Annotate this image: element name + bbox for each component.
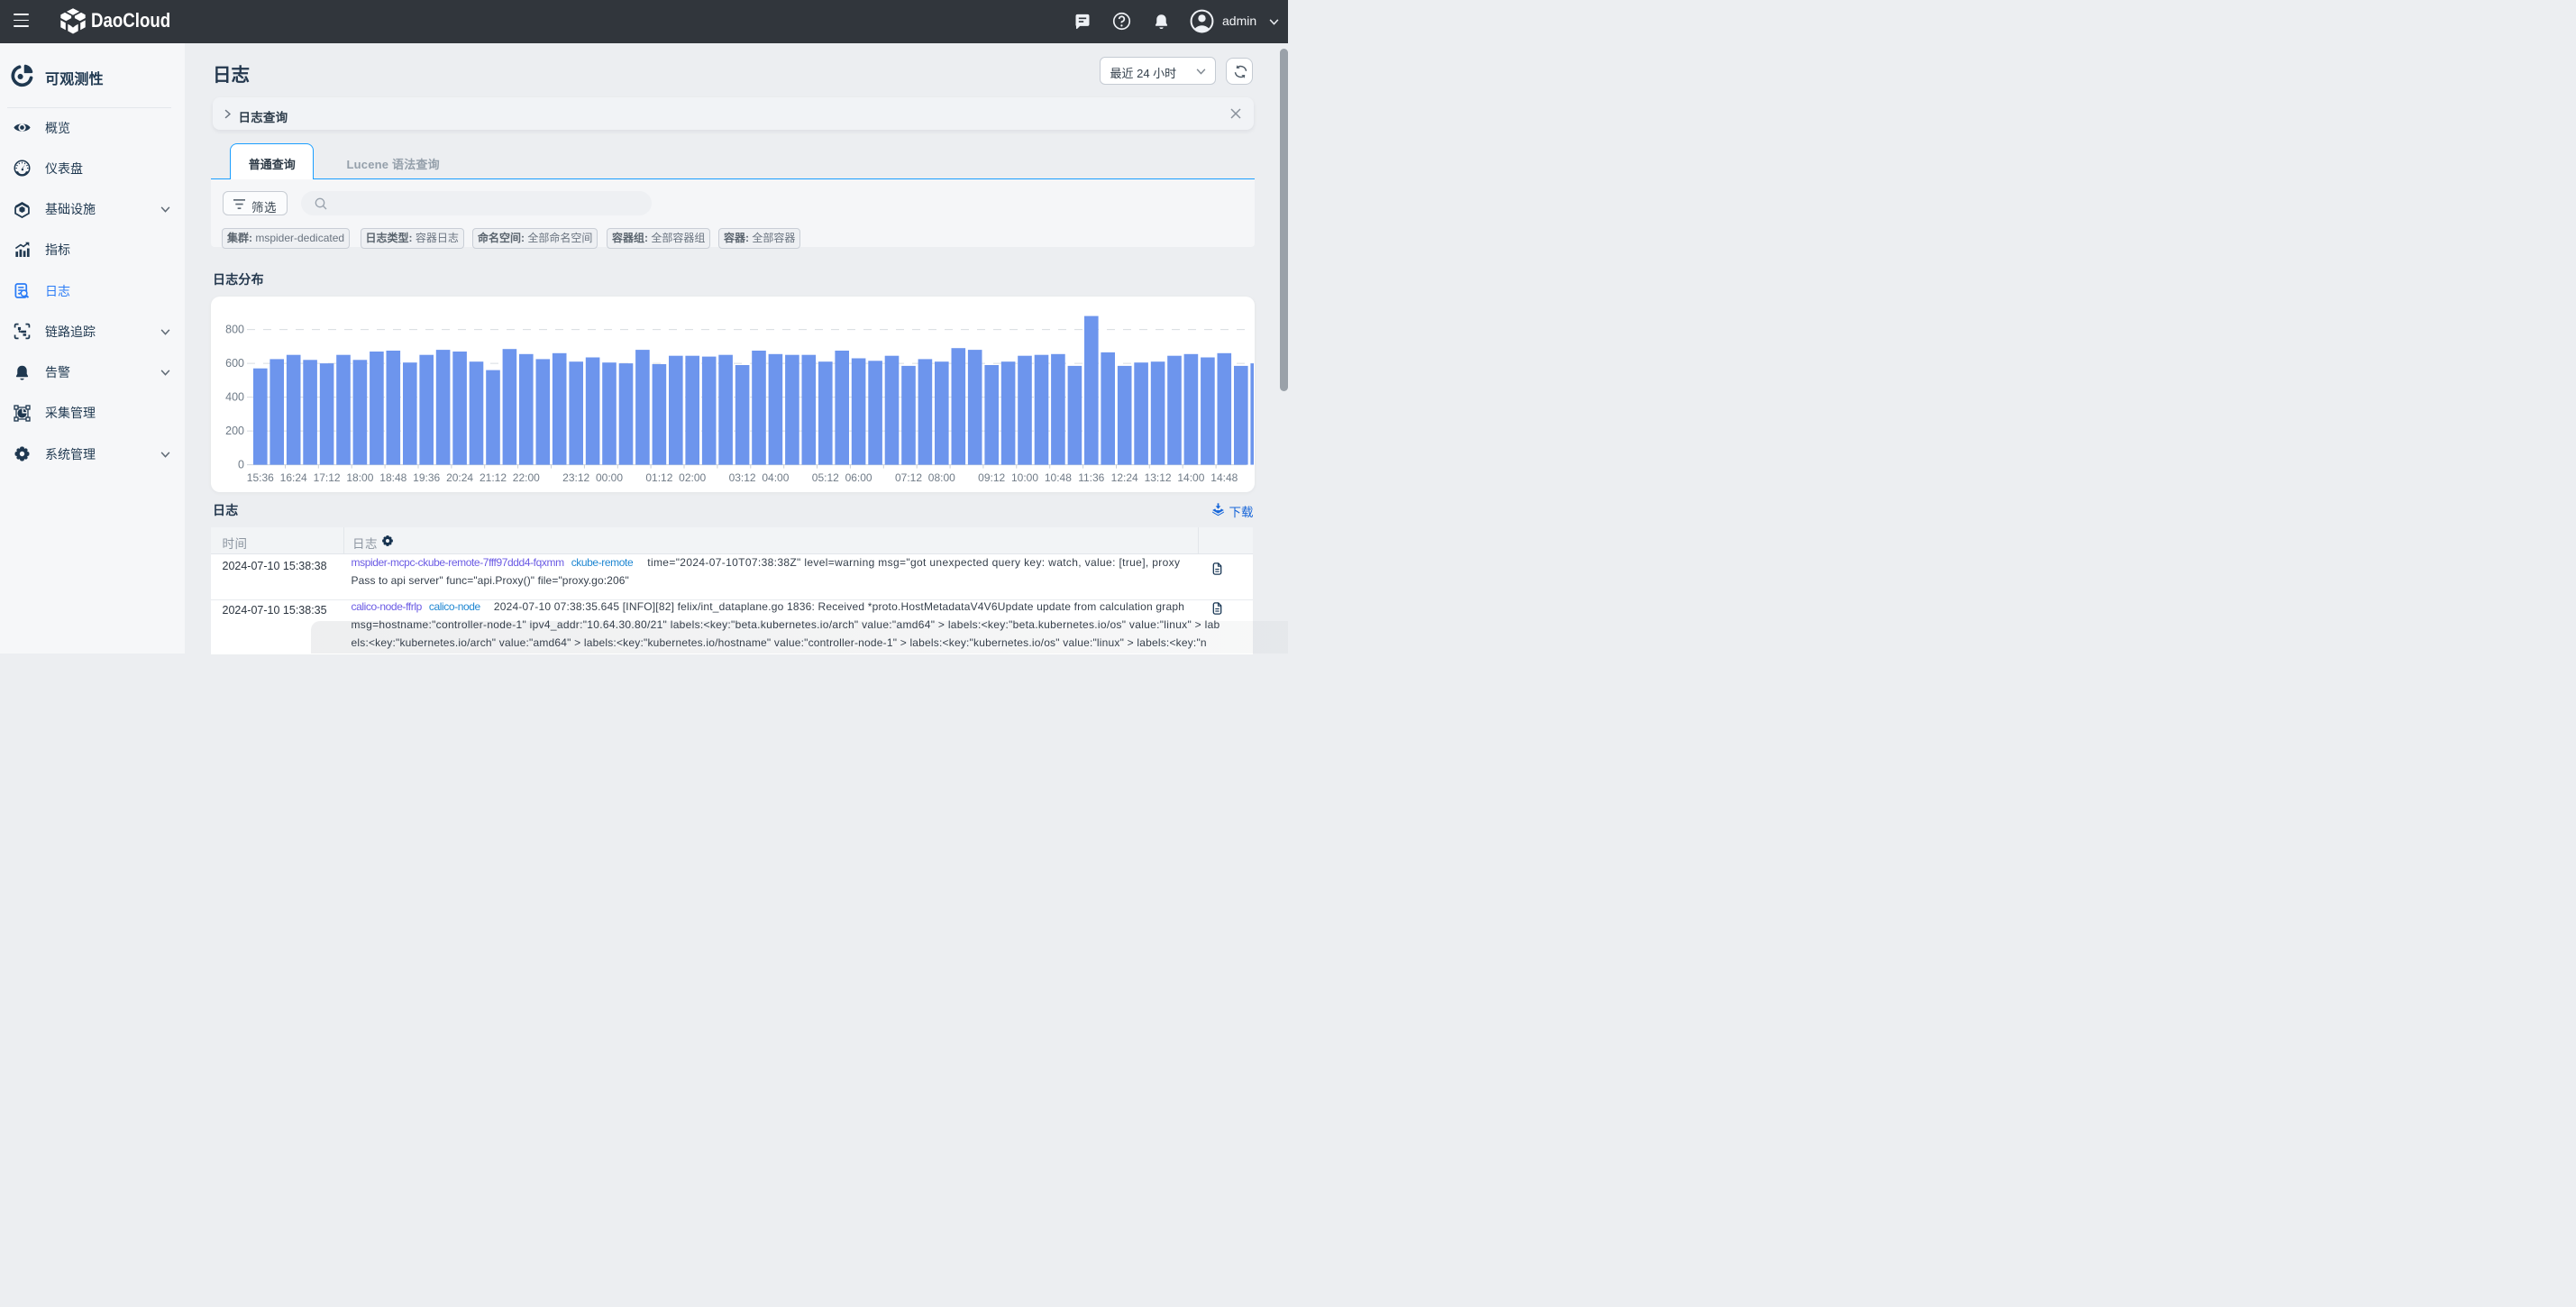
svg-text:0: 0 xyxy=(238,458,244,471)
svg-text:07:12: 07:12 xyxy=(895,471,922,483)
svg-text:11:36: 11:36 xyxy=(1078,471,1104,483)
svg-text:14:48: 14:48 xyxy=(1210,471,1238,483)
svg-text:800: 800 xyxy=(225,323,244,335)
svg-text:08:00: 08:00 xyxy=(928,471,955,483)
svg-text:10:00: 10:00 xyxy=(1011,471,1038,483)
svg-text:12:24: 12:24 xyxy=(1111,471,1138,483)
svg-text:22:00: 22:00 xyxy=(513,471,540,483)
svg-text:200: 200 xyxy=(225,425,244,437)
svg-text:03:12: 03:12 xyxy=(729,471,756,483)
svg-text:01:12: 01:12 xyxy=(645,471,672,483)
svg-text:19:36: 19:36 xyxy=(413,471,440,483)
svg-text:17:12: 17:12 xyxy=(314,471,341,483)
svg-text:06:00: 06:00 xyxy=(845,471,872,483)
svg-text:18:00: 18:00 xyxy=(346,471,373,483)
svg-text:13:12: 13:12 xyxy=(1145,471,1172,483)
svg-text:400: 400 xyxy=(225,390,244,403)
svg-text:00:00: 00:00 xyxy=(596,471,623,483)
svg-text:23:12: 23:12 xyxy=(562,471,589,483)
svg-text:09:12: 09:12 xyxy=(978,471,1005,483)
svg-text:02:00: 02:00 xyxy=(679,471,706,483)
svg-text:600: 600 xyxy=(225,357,244,370)
svg-text:21:12: 21:12 xyxy=(480,471,507,483)
svg-text:10:48: 10:48 xyxy=(1045,471,1072,483)
svg-text:16:24: 16:24 xyxy=(280,471,307,483)
svg-text:05:12: 05:12 xyxy=(812,471,839,483)
svg-text:18:48: 18:48 xyxy=(379,471,406,483)
svg-text:20:24: 20:24 xyxy=(446,471,473,483)
svg-text:14:00: 14:00 xyxy=(1177,471,1204,483)
svg-text:04:00: 04:00 xyxy=(762,471,789,483)
svg-text:15:36: 15:36 xyxy=(247,471,274,483)
